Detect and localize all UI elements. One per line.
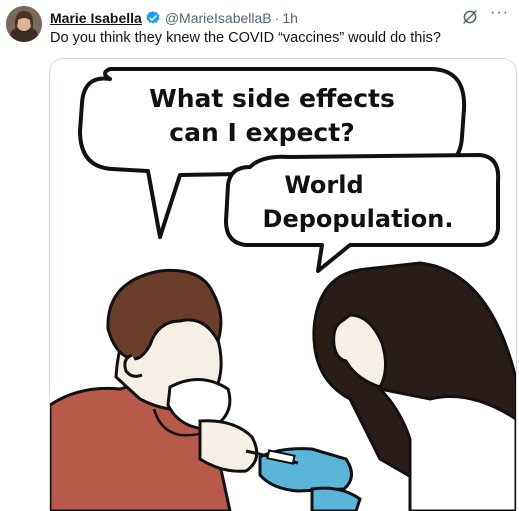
separator-dot: · — [274, 10, 280, 26]
author-name[interactable]: Marie Isabella — [50, 10, 142, 26]
author-avatar[interactable] — [6, 6, 42, 42]
post-header: Marie Isabella @MarieIsabellaB · 1h ··· — [50, 4, 509, 28]
bubble1-line1: What side effects — [149, 84, 395, 113]
post-text: Do you think they knew the COVID “vaccin… — [50, 30, 441, 46]
post-image[interactable]: What side effects can I expect? World De… — [49, 58, 517, 511]
bubble2-line2: Depopulation. — [263, 205, 454, 233]
more-options-button[interactable]: ··· — [490, 4, 509, 22]
cartoon-illustration: What side effects can I expect? World De… — [50, 59, 516, 511]
bubble2-line1: World — [284, 171, 363, 199]
verified-badge-icon — [145, 10, 161, 26]
bubble1-line2: can I expect? — [169, 118, 354, 147]
grok-icon[interactable] — [461, 8, 479, 26]
author-handle[interactable]: @MarieIsabellaB — [165, 10, 272, 26]
post-time[interactable]: 1h — [282, 10, 298, 26]
